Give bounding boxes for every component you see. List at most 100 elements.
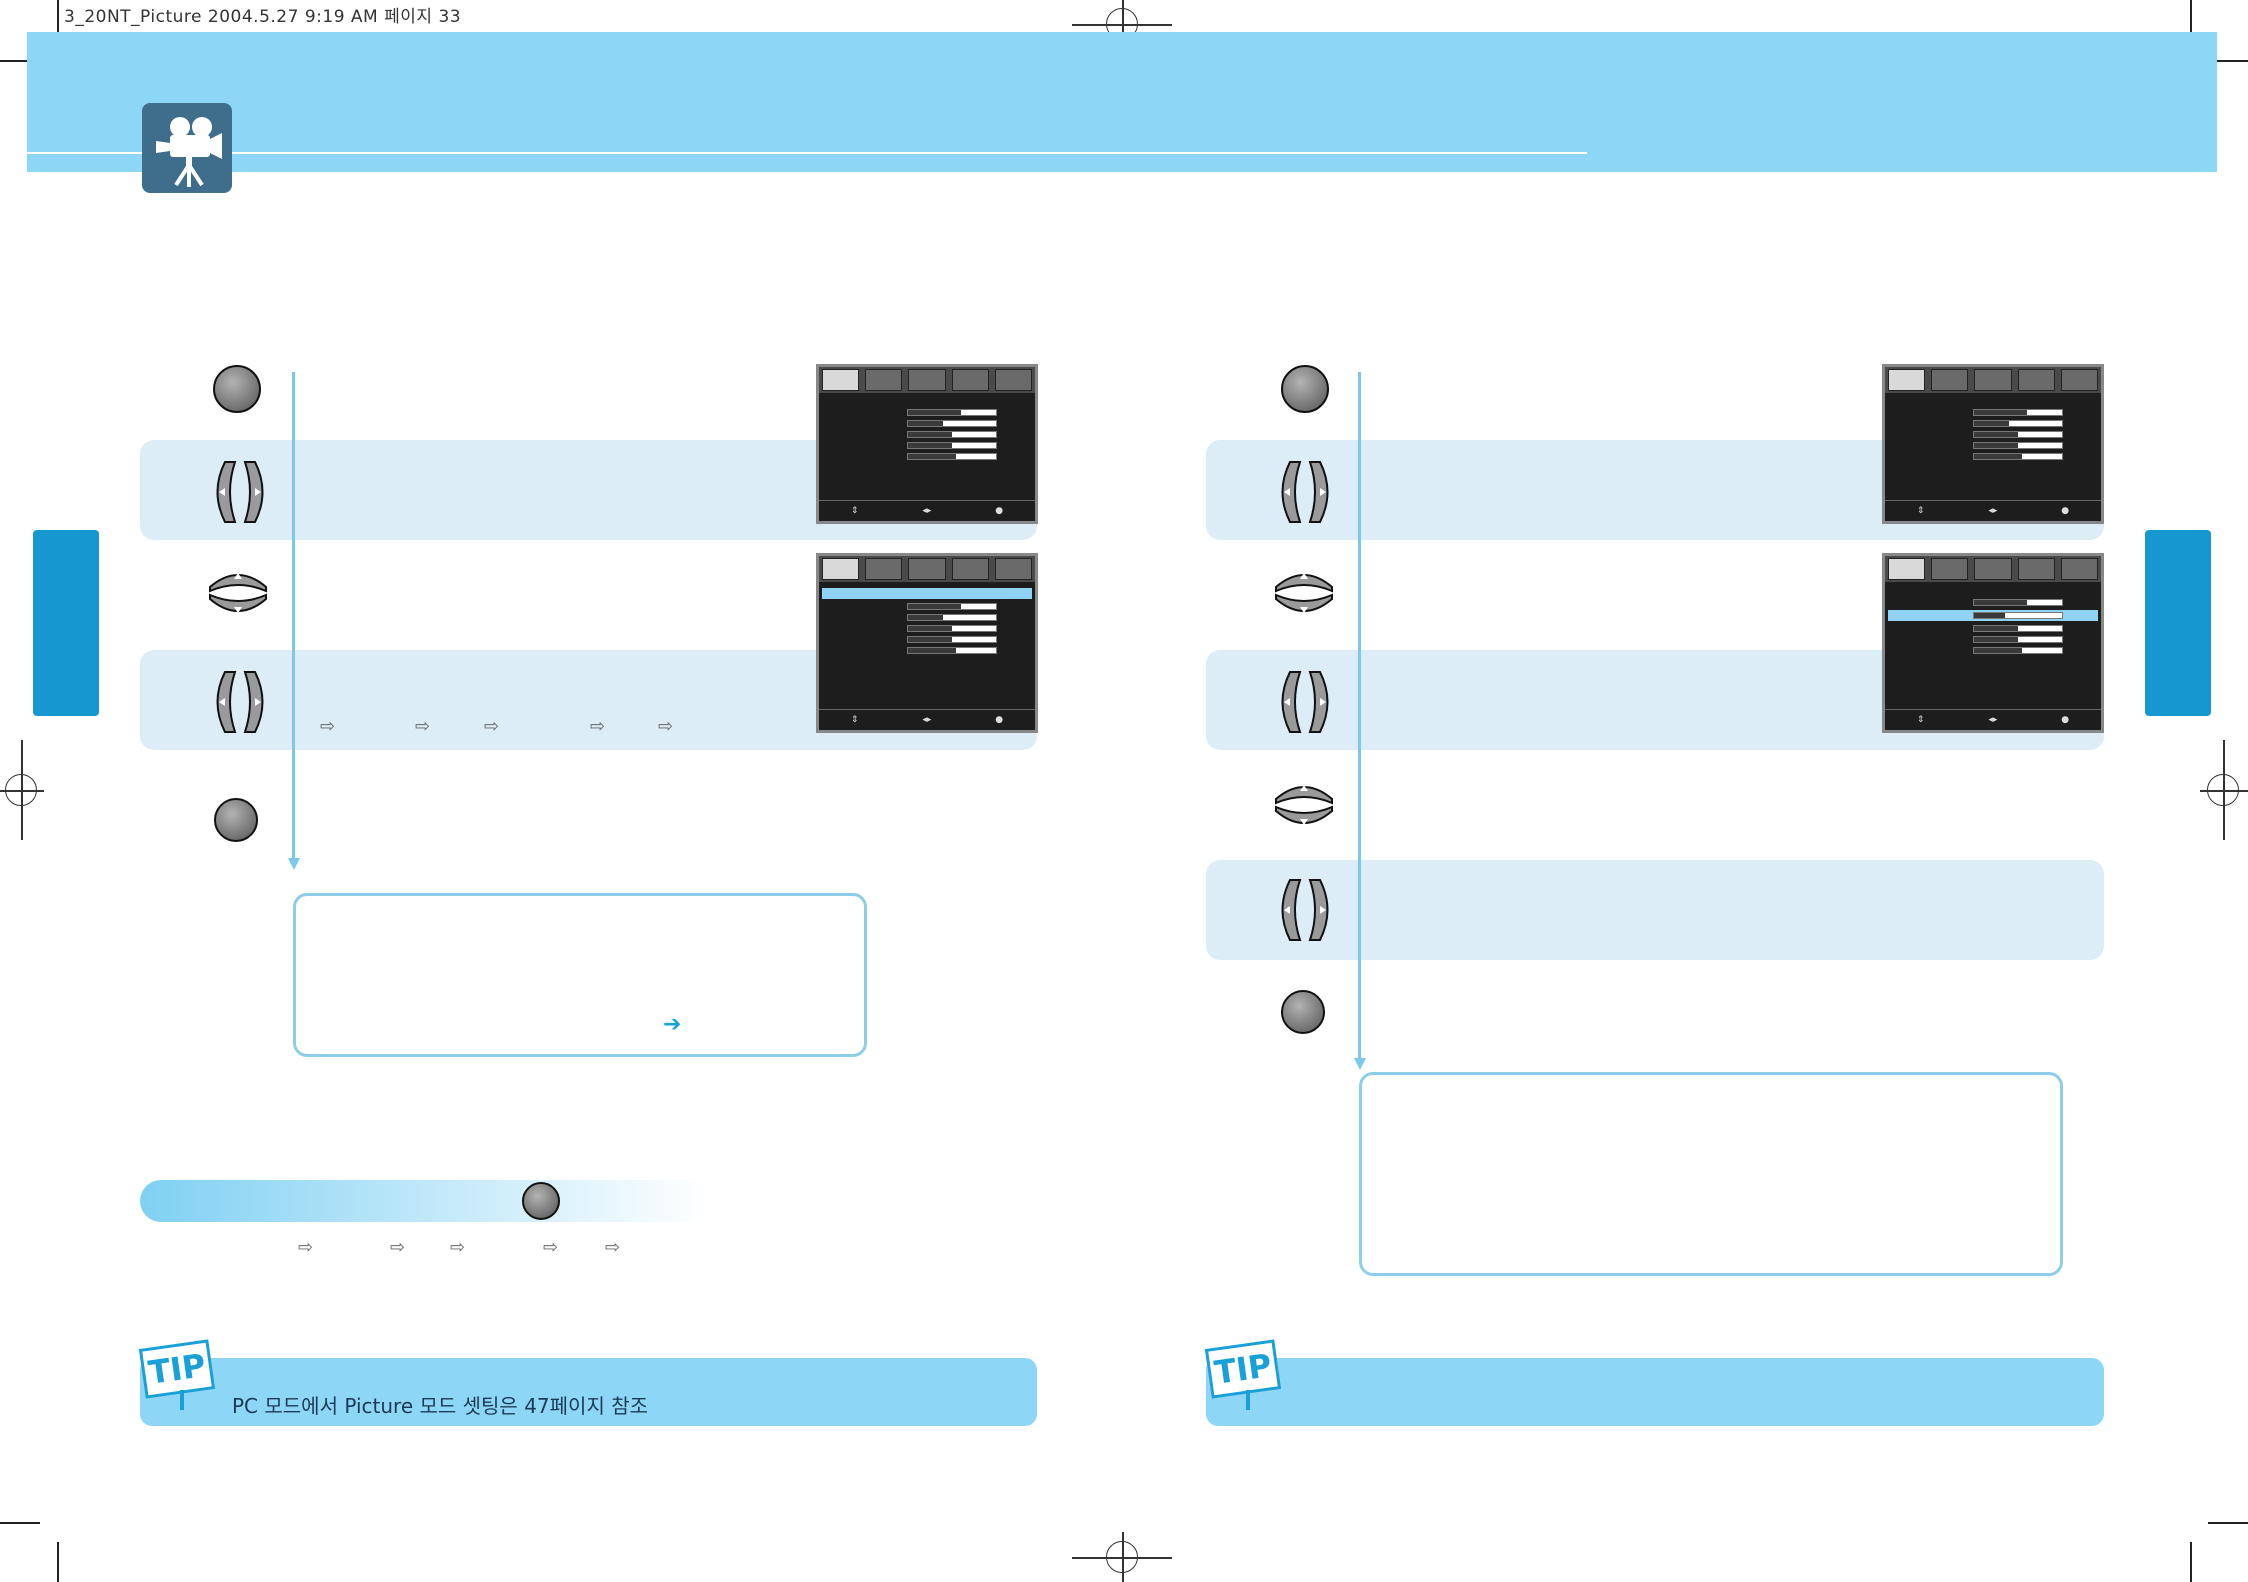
osd-level-bar (1973, 636, 2063, 643)
flow-arrowhead-left (288, 858, 300, 870)
osd-up-down-icon: ⇕ (1916, 506, 1925, 516)
osd-tab-channel (2017, 369, 2055, 391)
crop-mark-bottom-left-h (0, 1522, 40, 1524)
osd-tab-sound (1931, 558, 1969, 580)
osd-tab-setup (994, 369, 1033, 391)
tip-label: TIP (146, 1346, 208, 1392)
up-down-key-icon (206, 565, 270, 621)
print-slug-line: 3_20NT_Picture 2004.5.27 9:19 AM 페이지 33 (64, 7, 462, 27)
step-band-right-6 (1206, 860, 2104, 960)
up-down-key-icon (1272, 565, 1336, 621)
header-band (27, 32, 2217, 172)
side-tab-right (2145, 530, 2211, 716)
osd-picture-menu-screen: ⇕ ◂▸ ● (816, 364, 1038, 524)
osd-left-right-icon: ◂▸ (1988, 506, 1998, 516)
video-camera-icon (142, 103, 232, 193)
picture-mode-gradient-bar (140, 1180, 710, 1222)
osd-left-right-icon: ◂▸ (922, 506, 932, 516)
osd-up-down-icon: ⇕ (1916, 715, 1925, 725)
note-box-right (1359, 1072, 2063, 1276)
sequence-arrow-icon: ⇨ (543, 1237, 559, 1258)
osd-select-icon: ● (2061, 506, 2070, 516)
osd-level-bar (1973, 409, 2063, 416)
crop-mark-bottom-left-v (57, 1542, 59, 1582)
osd-left-right-icon: ◂▸ (1988, 715, 1998, 725)
osd-tab-row (1885, 367, 2101, 393)
osd-left-right-icon: ◂▸ (922, 715, 932, 725)
osd-level-bar (907, 442, 997, 449)
menu-button-icon (1281, 365, 1329, 413)
flow-line-right (1358, 372, 1361, 1062)
osd-select-icon: ● (995, 506, 1004, 516)
osd-level-bar (1973, 647, 2063, 654)
osd-tab-sound (865, 369, 903, 391)
sequence-arrow-icon: ⇨ (605, 1237, 621, 1258)
sequence-arrow-icon: ⇨ (298, 1237, 314, 1258)
note-box-left (293, 893, 867, 1057)
osd-level-bar (907, 614, 997, 621)
tip-sign-post (180, 1390, 184, 1410)
osd-tab-picture (1888, 369, 1926, 391)
osd-highlight-row (822, 588, 1032, 599)
tip-sign-icon: TIP (1204, 1339, 1282, 1399)
up-down-key-icon (1272, 777, 1336, 833)
osd-level-bar (1973, 442, 2063, 449)
osd-tab-picture (1888, 558, 1926, 580)
menu-button-icon (214, 798, 258, 842)
osd-level-bar (907, 625, 997, 632)
tip-label: TIP (1212, 1346, 1274, 1392)
menu-button-icon (213, 365, 261, 413)
registration-mark-left-v (21, 740, 23, 840)
osd-footer: ⇕ ◂▸ ● (1885, 709, 2101, 730)
sequence-arrow-icon: ⇨ (450, 1237, 466, 1258)
sequence-arrow-icon: ⇨ (590, 716, 606, 737)
osd-level-bar (1973, 625, 2063, 632)
tip-sign-icon: TIP (138, 1339, 216, 1399)
osd-level-bar (1973, 599, 2063, 606)
osd-level-bar (907, 603, 997, 610)
osd-tab-picture (822, 558, 860, 580)
osd-up-down-icon: ⇕ (850, 506, 859, 516)
osd-level-bar (1973, 420, 2063, 427)
osd-tab-row (819, 556, 1035, 582)
osd-footer: ⇕ ◂▸ ● (1885, 500, 2101, 521)
osd-tab-row (819, 367, 1035, 393)
sequence-arrow-icon: ⇨ (390, 1237, 406, 1258)
registration-mark-right-v (2223, 740, 2225, 840)
osd-footer: ⇕ ◂▸ ● (819, 500, 1035, 521)
osd-tab-pc (1974, 369, 2012, 391)
osd-level-bar (1973, 431, 2063, 438)
osd-tab-channel (2017, 558, 2055, 580)
osd-select-icon: ● (995, 715, 1004, 725)
osd-level-bar (1973, 612, 2063, 619)
osd-select-icon: ● (2061, 715, 2070, 725)
osd-tab-setup (994, 558, 1033, 580)
osd-level-bar (907, 420, 997, 427)
left-right-key-icon (205, 457, 275, 527)
sequence-arrow-icon: ⇨ (415, 716, 431, 737)
osd-picture-adjust-screen: ⇕ ◂▸ ● (1882, 553, 2104, 733)
left-right-key-icon (1270, 457, 1340, 527)
osd-tab-channel (951, 369, 989, 391)
osd-picture-menu-screen: ⇕ ◂▸ ● (1882, 364, 2104, 524)
menu-button-icon (522, 1182, 560, 1220)
osd-tab-sound (865, 558, 903, 580)
left-right-key-icon (1270, 875, 1340, 945)
osd-level-bar (907, 647, 997, 654)
osd-level-bar (907, 431, 997, 438)
next-arrow-icon: ➔ (663, 1012, 682, 1037)
left-right-key-icon (1270, 667, 1340, 737)
osd-tab-channel (951, 558, 989, 580)
tip-text-left: PC 모드에서 Picture 모드 셋팅은 47페이지 참조 (232, 1394, 648, 1418)
flow-line-left (292, 372, 295, 862)
sequence-arrow-icon: ⇨ (658, 716, 674, 737)
menu-button-icon (1281, 990, 1325, 1034)
flow-arrowhead-right (1354, 1058, 1366, 1070)
osd-level-bar (1973, 453, 2063, 460)
sequence-arrow-icon: ⇨ (484, 716, 500, 737)
left-right-key-icon (205, 667, 275, 737)
tip-sign-post (1246, 1390, 1250, 1410)
side-tab-left (33, 530, 99, 716)
osd-level-bar (907, 636, 997, 643)
osd-tab-row (1885, 556, 2101, 582)
